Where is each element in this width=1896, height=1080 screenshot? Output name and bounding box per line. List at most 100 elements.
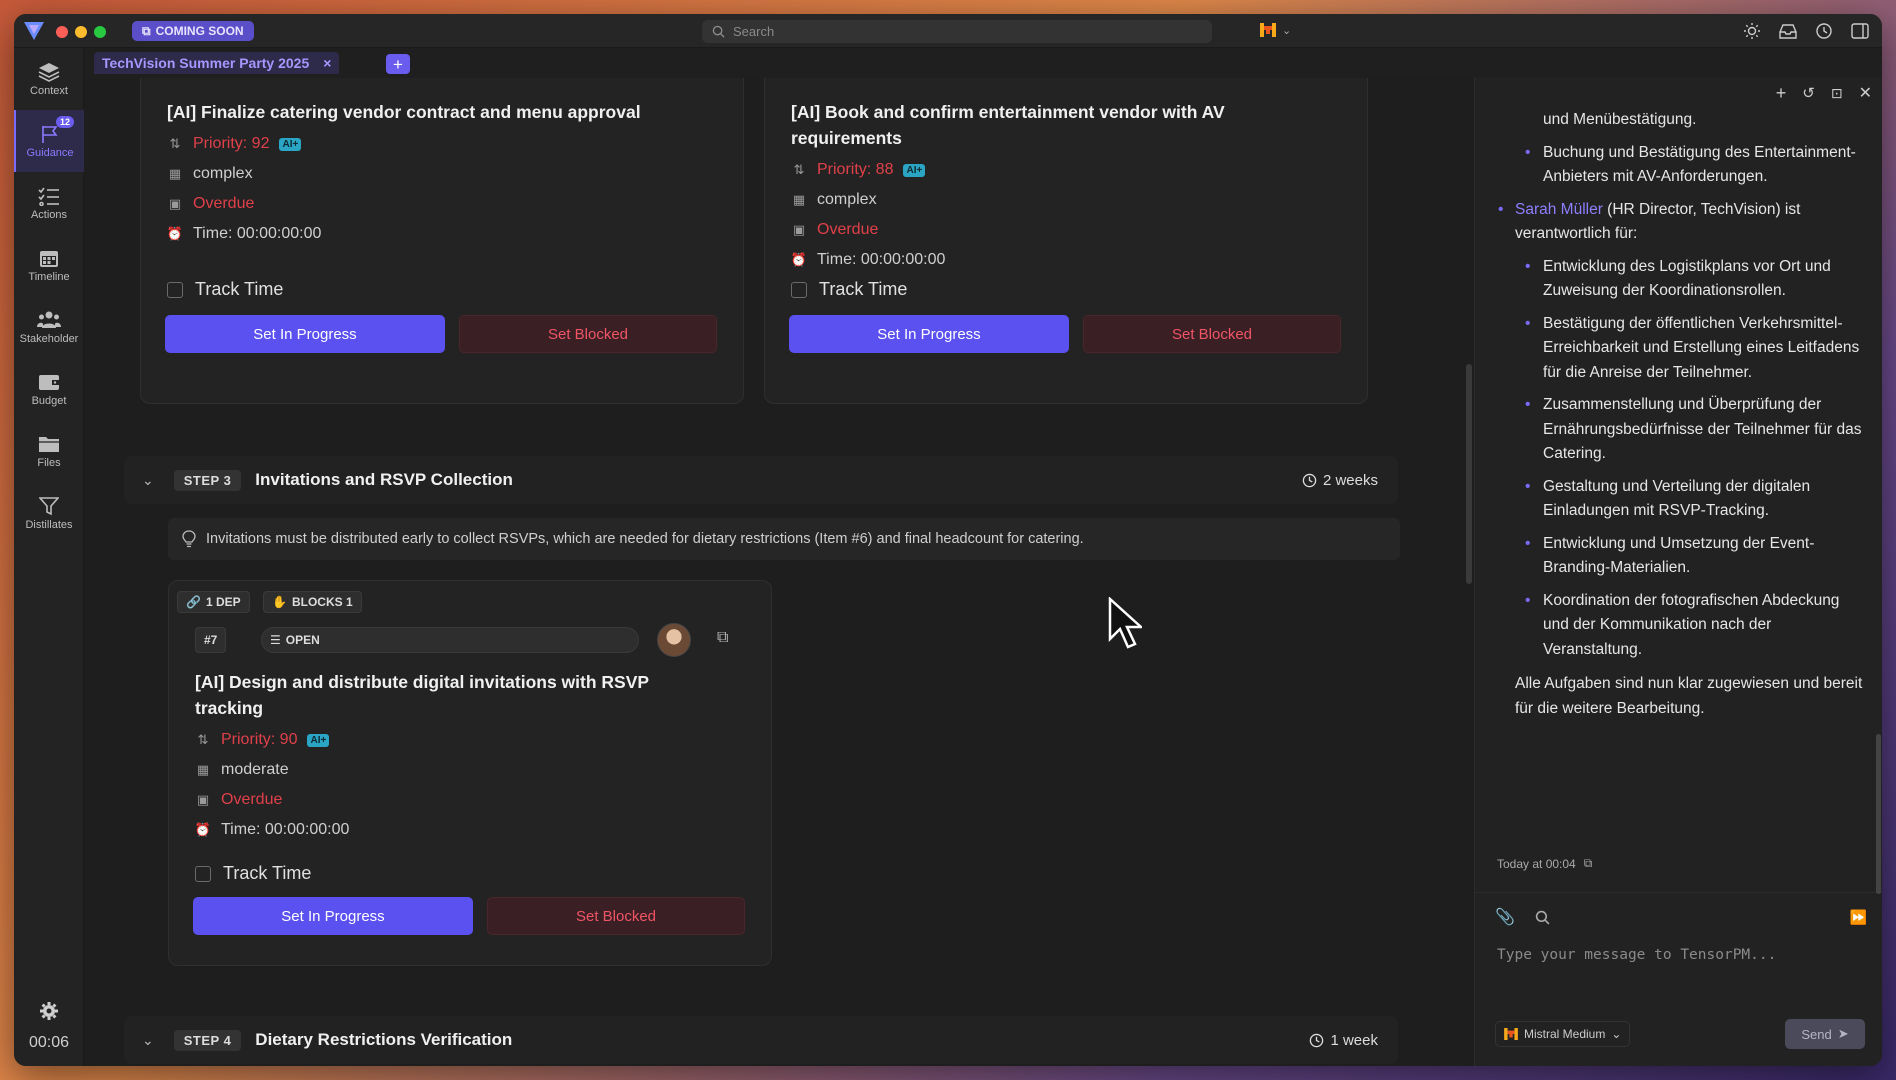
ai-tag: AI+ — [279, 137, 302, 151]
track-time-checkbox[interactable] — [167, 281, 183, 298]
set-blocked-button[interactable]: Set Blocked — [1083, 315, 1341, 353]
add-tab-button[interactable]: + — [386, 54, 410, 74]
panel-scrollbar[interactable] — [1876, 734, 1881, 894]
calendar-icon: ▣ — [792, 222, 806, 237]
attach-paperclip-icon[interactable]: 📎 — [1495, 907, 1515, 927]
fast-forward-icon[interactable]: ⏩ — [1850, 909, 1867, 926]
person-name[interactable]: Sarah Müller — [1515, 201, 1603, 218]
close-panel-icon[interactable]: ✕ — [1859, 83, 1872, 103]
chat-list-item: Gestaltung und Verteilung der digitalen … — [1495, 475, 1865, 524]
task-title[interactable]: [AI] Design and distribute digital invit… — [195, 669, 715, 721]
priority-icon: ⇅ — [197, 732, 209, 747]
track-time-checkbox[interactable] — [195, 865, 211, 882]
set-in-progress-button[interactable]: Set In Progress — [789, 315, 1069, 353]
history-icon[interactable] — [1814, 21, 1834, 41]
rail-item-timeline[interactable]: Timeline — [14, 234, 84, 296]
calendar-icon: ▣ — [196, 792, 210, 807]
close-tab-icon[interactable]: × — [323, 55, 331, 71]
chat-list-item: Zusammenstellung und Überprüfung der Ern… — [1495, 393, 1865, 467]
toggle-panel-icon[interactable] — [1850, 21, 1870, 41]
task-complexity: ▦ moderate — [196, 761, 289, 778]
new-chat-icon[interactable]: + — [1776, 83, 1787, 104]
chevron-down-icon: ⌄ — [1282, 24, 1292, 37]
mistral-logo-icon — [1504, 1028, 1518, 1040]
rail-item-actions[interactable]: Actions — [14, 172, 84, 234]
send-button[interactable]: Send ➤ — [1785, 1019, 1865, 1049]
calendar-icon — [40, 250, 58, 267]
task-state-selector[interactable]: ☰ OPEN — [261, 627, 639, 653]
rail-item-stakeholder[interactable]: Stakeholder — [14, 296, 84, 358]
titlebar-actions — [1742, 21, 1870, 41]
step-header-3[interactable]: ⌄ STEP 3 Invitations and RSVP Collection… — [124, 456, 1398, 504]
list-check-icon — [38, 187, 59, 206]
priority-icon: ⇅ — [793, 162, 805, 177]
dependency-badge[interactable]: 🔗 1 DEP — [177, 591, 250, 613]
message-timestamp: Today at 00:04 ⧉ — [1497, 856, 1593, 871]
mistral-logo-icon — [1260, 23, 1276, 37]
task-title[interactable]: [AI] Finalize catering vendor contract a… — [167, 99, 727, 125]
complexity-icon: ▦ — [196, 762, 210, 777]
assistant-panel: + ↺ ⊡ ✕ und Menübestätigung. Buchung und… — [1474, 78, 1882, 1066]
priority-icon: ⇅ — [169, 136, 181, 151]
maximize-window-button[interactable] — [94, 26, 106, 38]
chat-composer: 📎 ⏩ Type your message to TensorPM... Mis… — [1475, 892, 1882, 1066]
search-icon[interactable] — [1535, 910, 1550, 925]
calendar-icon: ▣ — [168, 196, 182, 211]
task-priority: ⇅ Priority: 92 AI+ — [167, 135, 302, 153]
search-input[interactable]: Search — [702, 20, 1212, 43]
step-number-pill: STEP 4 — [173, 1029, 242, 1051]
history-icon[interactable]: ↺ — [1802, 84, 1815, 102]
rail-item-guidance[interactable]: 12 Guidance — [14, 110, 84, 172]
set-in-progress-button[interactable]: Set In Progress — [165, 315, 445, 353]
track-time-toggle[interactable]: Track Time — [167, 279, 283, 300]
collapse-panel-icon[interactable]: ⊡ — [1831, 85, 1843, 102]
tab-bar: TechVision Summer Party 2025 × + — [84, 48, 1474, 78]
coming-soon-badge[interactable]: ⧉ COMING SOON — [132, 21, 254, 41]
set-blocked-button[interactable]: Set Blocked — [459, 315, 717, 353]
assignee-avatar[interactable] — [657, 623, 691, 657]
main-content: [AI] Finalize catering vendor contract a… — [84, 78, 1474, 1066]
inbox-icon[interactable] — [1778, 21, 1798, 41]
chevron-down-icon[interactable]: ⌄ — [142, 472, 154, 489]
rail-item-context[interactable]: Context — [14, 48, 84, 110]
chevron-down-icon[interactable]: ⌄ — [142, 1032, 154, 1049]
theme-toggle-icon[interactable] — [1742, 21, 1762, 41]
chevron-down-icon: ⌄ — [1611, 1027, 1622, 1041]
task-time: ⏰ Time: 00:00:00:00 — [166, 225, 322, 242]
chat-list-item: Entwicklung und Umsetzung der Event-Bran… — [1495, 532, 1865, 581]
blocks-badge[interactable]: ✋ BLOCKS 1 — [263, 591, 362, 613]
chat-person-item: Sarah Müller (HR Director, TechVision) i… — [1495, 198, 1865, 247]
task-priority: ⇅ Priority: 88 AI+ — [791, 161, 926, 179]
task-card: 🔗 1 DEP ✋ BLOCKS 1 #7 ☰ OPEN ⧉ [AI] Design … — [168, 580, 772, 966]
step-title: Invitations and RSVP Collection — [255, 470, 513, 489]
minimize-window-button[interactable] — [75, 26, 87, 38]
step-hint: Invitations must be distributed early to… — [168, 518, 1400, 560]
open-external-icon[interactable]: ⧉ — [717, 629, 728, 647]
chat-list-item: Koordination der fotografischen Abdeckun… — [1495, 589, 1865, 663]
set-in-progress-button[interactable]: Set In Progress — [193, 897, 473, 935]
title-bar: ⧉ COMING SOON Search ⌄ — [14, 14, 1882, 48]
main-scrollbar[interactable] — [1466, 364, 1472, 584]
rail-item-distillates[interactable]: Distillates — [14, 482, 84, 544]
close-window-button[interactable] — [56, 26, 68, 38]
set-blocked-button[interactable]: Set Blocked — [487, 897, 745, 935]
model-selector[interactable]: ⌄ — [1260, 23, 1291, 37]
track-time-toggle[interactable]: Track Time — [195, 863, 311, 884]
tab-project[interactable]: TechVision Summer Party 2025 × — [94, 52, 340, 74]
copy-icon[interactable]: ⧉ — [1584, 856, 1593, 871]
task-time: ⏰ Time: 00:00:00:00 — [194, 821, 350, 838]
task-priority: ⇅ Priority: 90 AI+ — [195, 731, 330, 749]
task-card: [AI] Book and confirm entertainment vend… — [764, 78, 1368, 404]
ai-tag: AI+ — [903, 163, 926, 177]
chat-message-input[interactable]: Type your message to TensorPM... — [1497, 947, 1776, 963]
rail-item-budget[interactable]: Budget — [14, 358, 84, 420]
track-time-checkbox[interactable] — [791, 281, 807, 298]
alarm-clock-icon: ⏰ — [194, 822, 212, 837]
settings-gear-icon[interactable] — [39, 1001, 59, 1021]
model-select[interactable]: Mistral Medium ⌄ — [1495, 1021, 1631, 1047]
rail-item-files[interactable]: Files — [14, 420, 84, 482]
task-title[interactable]: [AI] Book and confirm entertainment vend… — [791, 99, 1311, 151]
step-title: Dietary Restrictions Verification — [255, 1030, 513, 1049]
step-header-4[interactable]: ⌄ STEP 4 Dietary Restrictions Verificati… — [124, 1016, 1398, 1064]
track-time-toggle[interactable]: Track Time — [791, 279, 907, 300]
